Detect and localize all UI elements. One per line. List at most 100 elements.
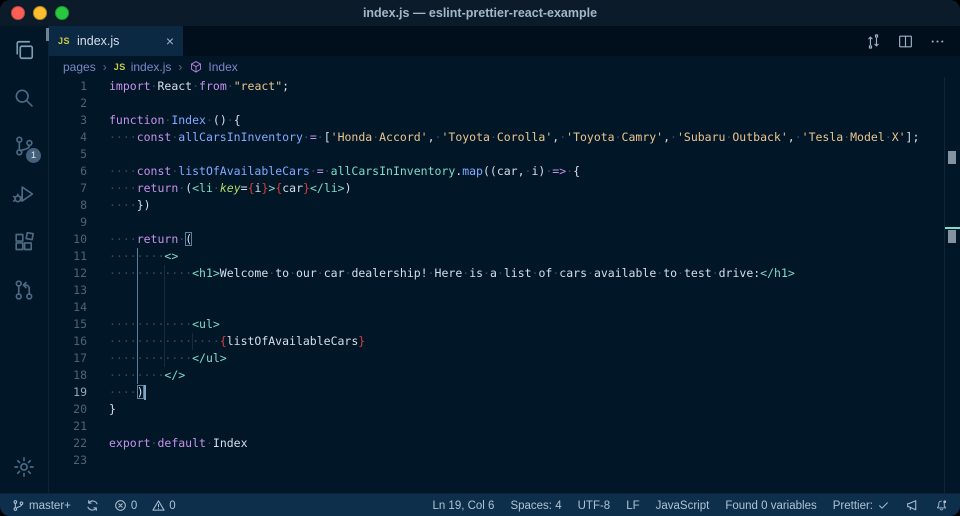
line-number-17: 17 xyxy=(49,350,109,367)
vscode-window: index.js — eslint-prettier-react-example… xyxy=(0,0,960,516)
status-utf-8[interactable]: UTF-8 xyxy=(578,500,611,512)
activity-bar-item-source-control[interactable]: 1 xyxy=(0,122,48,170)
minimize-window-button[interactable] xyxy=(33,6,47,20)
line-number-11: 11 xyxy=(49,248,109,265)
activity-bar-item-run-debug[interactable] xyxy=(0,170,48,218)
line-number-19: 19 xyxy=(49,384,109,401)
status-label: Found 0 variables xyxy=(725,500,816,512)
code-line-17[interactable]: ············</ul> xyxy=(109,350,960,367)
code-line-4[interactable]: ····const·allCarsInInventory·=·['Honda·A… xyxy=(109,129,960,146)
code-line-18[interactable]: ········</> xyxy=(109,367,960,384)
status-0[interactable]: 0 xyxy=(114,499,137,512)
status-javascript[interactable]: JavaScript xyxy=(656,500,710,512)
overview-ruler[interactable] xyxy=(944,77,960,493)
gutter: 1234567891011121314151617181920212223 xyxy=(49,78,109,493)
code-line-15[interactable]: ············<ul> xyxy=(109,316,960,333)
line-number-2: 2 xyxy=(49,95,109,112)
code-line-23[interactable] xyxy=(109,452,960,469)
pull-request-icon xyxy=(12,278,36,302)
code-line-3[interactable]: function·Index·()·{ xyxy=(109,112,960,129)
status-label: Prettier: xyxy=(833,500,873,512)
warning-icon xyxy=(152,499,165,512)
tab-close-icon[interactable]: × xyxy=(166,34,174,48)
git-branch-icon xyxy=(12,499,25,512)
text-cursor xyxy=(144,385,146,400)
breadcrumb-label: pages xyxy=(63,60,96,74)
breadcrumb-item-pages[interactable]: pages xyxy=(63,60,96,74)
status-lf[interactable]: LF xyxy=(626,500,639,512)
activity-bar-bottom xyxy=(0,443,48,491)
activity-bar-item-explorer[interactable] xyxy=(0,26,48,74)
status-spaces-4[interactable]: Spaces: 4 xyxy=(510,500,561,512)
code-line-20[interactable]: } xyxy=(109,401,960,418)
code-line-9[interactable] xyxy=(109,214,960,231)
status-label: LF xyxy=(626,500,639,512)
debug-icon xyxy=(12,182,36,206)
status-bell-dot[interactable] xyxy=(935,499,948,512)
feedback-icon xyxy=(906,499,919,512)
sync-icon xyxy=(86,499,99,512)
line-number-21: 21 xyxy=(49,418,109,435)
code-line-16[interactable]: ················{listOfAvailableCars} xyxy=(109,333,960,350)
line-number-5: 5 xyxy=(49,146,109,163)
activity-bar-item-github-pull-requests[interactable] xyxy=(0,266,48,314)
gear-icon xyxy=(12,455,36,479)
activity-bar-item-search[interactable] xyxy=(0,74,48,122)
extensions-icon xyxy=(12,230,36,254)
line-number-4: 4 xyxy=(49,129,109,146)
check-icon xyxy=(877,499,890,512)
code-area[interactable]: import·React·from·"react"; function·Index… xyxy=(109,78,960,493)
ruler-marker xyxy=(948,151,956,164)
status-sync[interactable] xyxy=(86,499,99,512)
ruler-cursor-marker xyxy=(945,227,960,229)
line-number-22: 22 xyxy=(49,435,109,452)
tab-label: index.js xyxy=(77,34,119,48)
status-master[interactable]: master+ xyxy=(12,499,71,512)
open-changes-icon[interactable] xyxy=(865,33,882,50)
editor-actions xyxy=(865,26,960,56)
status-feedback[interactable] xyxy=(906,499,919,512)
code-line-7[interactable]: ····return·(<li·key={i}>{car}</li>) xyxy=(109,180,960,197)
code-line-14[interactable] xyxy=(109,299,960,316)
indent-guide xyxy=(137,282,138,299)
code-line-5[interactable] xyxy=(109,146,960,163)
code-line-22[interactable]: export·default·Index xyxy=(109,435,960,452)
activity-bar-item-manage[interactable] xyxy=(0,443,48,491)
bell-dot-icon xyxy=(935,499,948,512)
line-number-18: 18 xyxy=(49,367,109,384)
status-label: master+ xyxy=(29,500,71,512)
code-line-13[interactable] xyxy=(109,282,960,299)
line-number-13: 13 xyxy=(49,282,109,299)
code-line-1[interactable]: import·React·from·"react"; xyxy=(109,78,960,95)
code-line-19[interactable]: ····) xyxy=(109,384,960,401)
zoom-window-button[interactable] xyxy=(55,6,69,20)
split-editor-icon[interactable] xyxy=(897,33,914,50)
code-line-8[interactable]: ····}) xyxy=(109,197,960,214)
status-prettier[interactable]: Prettier: xyxy=(833,499,890,512)
code-line-11[interactable]: ········<> xyxy=(109,248,960,265)
tab-indexjs[interactable]: JS index.js × xyxy=(49,26,183,56)
status-0[interactable]: 0 xyxy=(152,499,175,512)
line-number-15: 15 xyxy=(49,316,109,333)
status-label: 0 xyxy=(131,500,137,512)
status-found-0-variables[interactable]: Found 0 variables xyxy=(725,500,816,512)
code-line-21[interactable] xyxy=(109,418,960,435)
line-number-3: 3 xyxy=(49,112,109,129)
close-window-button[interactable] xyxy=(11,6,25,20)
more-actions-icon[interactable] xyxy=(929,33,946,50)
line-number-1: 1 xyxy=(49,78,109,95)
code-line-6[interactable]: ····const·listOfAvailableCars·=·allCarsI… xyxy=(109,163,960,180)
code-line-12[interactable]: ············<h1>Welcome·to·our·car·deale… xyxy=(109,265,960,282)
line-number-7: 7 xyxy=(49,180,109,197)
search-icon xyxy=(12,86,36,110)
code-line-2[interactable] xyxy=(109,95,960,112)
breadcrumb-label: Index xyxy=(208,60,237,74)
breadcrumb-item-index-js[interactable]: JSindex.js xyxy=(114,60,172,74)
status-label: Ln 19, Col 6 xyxy=(432,500,494,512)
activity-bar-item-extensions[interactable] xyxy=(0,218,48,266)
status-ln-19-col-6[interactable]: Ln 19, Col 6 xyxy=(432,500,494,512)
breadcrumb-item-index[interactable]: Index xyxy=(189,60,237,74)
symbol-module-icon xyxy=(189,60,203,74)
code-line-10[interactable]: ····return·( xyxy=(109,231,960,248)
status-label: UTF-8 xyxy=(578,500,611,512)
